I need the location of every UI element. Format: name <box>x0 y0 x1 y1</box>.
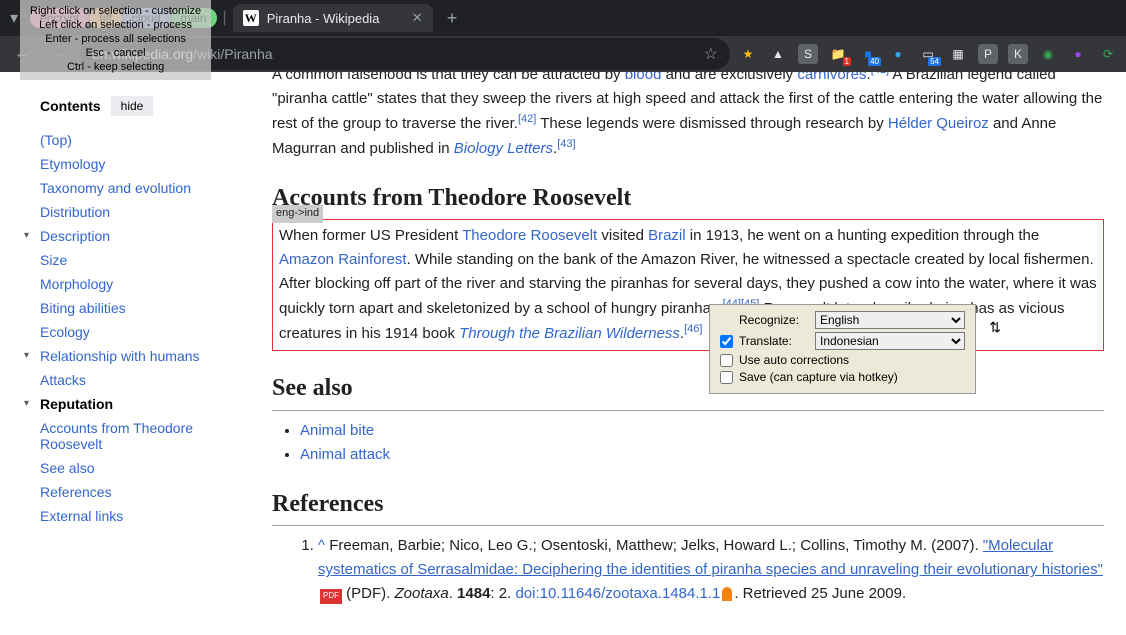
paragraph-falsehood: A common falsehood is that they can be a… <box>272 72 1104 161</box>
link-roosevelt[interactable]: Theodore Roosevelt <box>462 227 597 244</box>
translate-panel[interactable]: Recognize: English ⇅ Translate: Indonesi… <box>709 304 976 394</box>
recognize-label: Recognize: <box>739 313 809 327</box>
s-icon[interactable]: S <box>798 44 818 64</box>
link-book[interactable]: Through the Brazilian Wilderness <box>459 325 680 342</box>
selection-tooltip: Right click on selection - customize Lef… <box>20 0 211 80</box>
tab-active[interactable]: W Piranha - Wikipedia ✕ <box>233 4 433 32</box>
citation-43[interactable]: [43] <box>557 138 575 150</box>
translate-checkbox[interactable] <box>720 335 733 348</box>
link-queiroz[interactable]: Hélder Queiroz <box>888 115 989 132</box>
toc-list: (Top) Etymology Taxonomy and evolution Dist… <box>40 128 232 528</box>
toc-etymology[interactable]: Etymology <box>40 156 105 172</box>
translation-selection[interactable]: eng->ind When former US President Theodo… <box>272 219 1104 351</box>
auto-corrections-checkbox[interactable] <box>720 354 733 367</box>
folder-badge[interactable]: 📁1 <box>828 44 848 64</box>
references-list: ^ Freeman, Barbie; Nico, Leo G.; Osentos… <box>272 534 1104 606</box>
toc-attacks[interactable]: Attacks <box>40 372 86 388</box>
translate-select[interactable]: Indonesian <box>815 332 965 350</box>
toc-morphology[interactable]: Morphology <box>40 276 113 292</box>
heading-references: References <box>272 485 1104 526</box>
toc-distribution[interactable]: Distribution <box>40 204 110 220</box>
globe-icon[interactable]: ◉ <box>1038 44 1058 64</box>
swap-icon[interactable]: ⇅ <box>989 319 1001 336</box>
link-blood[interactable]: blood <box>625 72 662 83</box>
bookmark-icon[interactable]: ☆ <box>704 44 718 64</box>
selection-label: eng->ind <box>272 205 323 223</box>
toc-ecology[interactable]: Ecology <box>40 324 90 340</box>
toc-relationship-with-humans[interactable]: Relationship with humans <box>40 348 200 364</box>
tab-separator: | <box>223 9 227 27</box>
fav-icon[interactable]: ★ <box>738 44 758 64</box>
toc-size[interactable]: Size <box>40 252 67 268</box>
orb-icon[interactable]: ● <box>888 44 908 64</box>
box-badge[interactable]: ■40 <box>858 44 878 64</box>
heading-see-also: See also <box>272 369 1104 410</box>
cloud-icon[interactable]: ▲ <box>768 44 788 64</box>
doc-badge[interactable]: ▭54 <box>918 44 938 64</box>
see-also-list: Animal bite Animal attack <box>272 419 1104 467</box>
link-carnivores[interactable]: carnivores <box>797 72 866 83</box>
open-access-icon <box>722 587 732 601</box>
toc-description[interactable]: Description <box>40 228 110 244</box>
save-checkbox[interactable] <box>720 371 733 384</box>
toc-external-links[interactable]: External links <box>40 508 123 524</box>
contents-heading: Contents <box>40 98 101 114</box>
contents-sidebar: Contents hide (Top) Etymology Taxonomy and… <box>0 72 250 635</box>
citation-41[interactable]: [41] <box>871 72 889 76</box>
chevron-icon[interactable]: ▾ <box>24 230 29 241</box>
close-icon[interactable]: ✕ <box>412 10 423 26</box>
tab-title: Piranha - Wikipedia <box>267 11 380 26</box>
recognize-select[interactable]: English <box>815 311 965 329</box>
grid-icon[interactable]: ▦ <box>948 44 968 64</box>
toc-references[interactable]: References <box>40 484 112 500</box>
see-also-animal-attack[interactable]: Animal attack <box>300 446 390 463</box>
heading-roosevelt: Accounts from Theodore Roosevelt <box>272 179 1104 219</box>
link-biology-letters[interactable]: Biology Letters <box>454 140 553 157</box>
purple-icon[interactable]: ● <box>1068 44 1088 64</box>
toc-biting-abilities[interactable]: Biting abilities <box>40 300 126 316</box>
ref-doi[interactable]: doi:10.11646/zootaxa.1484.1.1 <box>515 585 720 602</box>
refresh-icon[interactable]: ⟳ <box>1098 44 1118 64</box>
link-brazil[interactable]: Brazil <box>648 227 686 244</box>
k-icon[interactable]: K <box>1008 44 1028 64</box>
pdf-icon[interactable]: PDF <box>320 589 342 604</box>
ref-caret[interactable]: ^ <box>318 537 325 554</box>
hide-button[interactable]: hide <box>111 96 154 116</box>
wikipedia-favicon: W <box>243 10 259 26</box>
toc-see-also[interactable]: See also <box>40 460 94 476</box>
see-also-animal-bite[interactable]: Animal bite <box>300 422 374 439</box>
toc--top-[interactable]: (Top) <box>40 132 72 148</box>
article-body: A common falsehood is that they can be a… <box>250 72 1126 635</box>
reference-1: ^ Freeman, Barbie; Nico, Leo G.; Osentos… <box>318 534 1104 606</box>
chevron-icon[interactable]: ▾ <box>24 350 29 361</box>
toc-accounts-from-theodore-roosevelt[interactable]: Accounts from Theodore Roosevelt <box>40 420 193 452</box>
new-tab-button[interactable]: + <box>439 8 466 29</box>
citation-42[interactable]: [42] <box>518 113 536 125</box>
translate-label: Translate: <box>739 334 809 348</box>
extension-icons: ★ ▲ S 📁1 ■40 ● ▭54 ▦ PK ◉ ● ⟳ <box>738 44 1118 64</box>
chevron-icon[interactable]: ▾ <box>24 398 29 409</box>
toc-taxonomy-and-evolution[interactable]: Taxonomy and evolution <box>40 180 191 196</box>
toc-reputation[interactable]: Reputation <box>40 396 113 412</box>
link-amazon[interactable]: Amazon Rainforest <box>279 251 407 268</box>
pm-icon[interactable]: P <box>978 44 998 64</box>
